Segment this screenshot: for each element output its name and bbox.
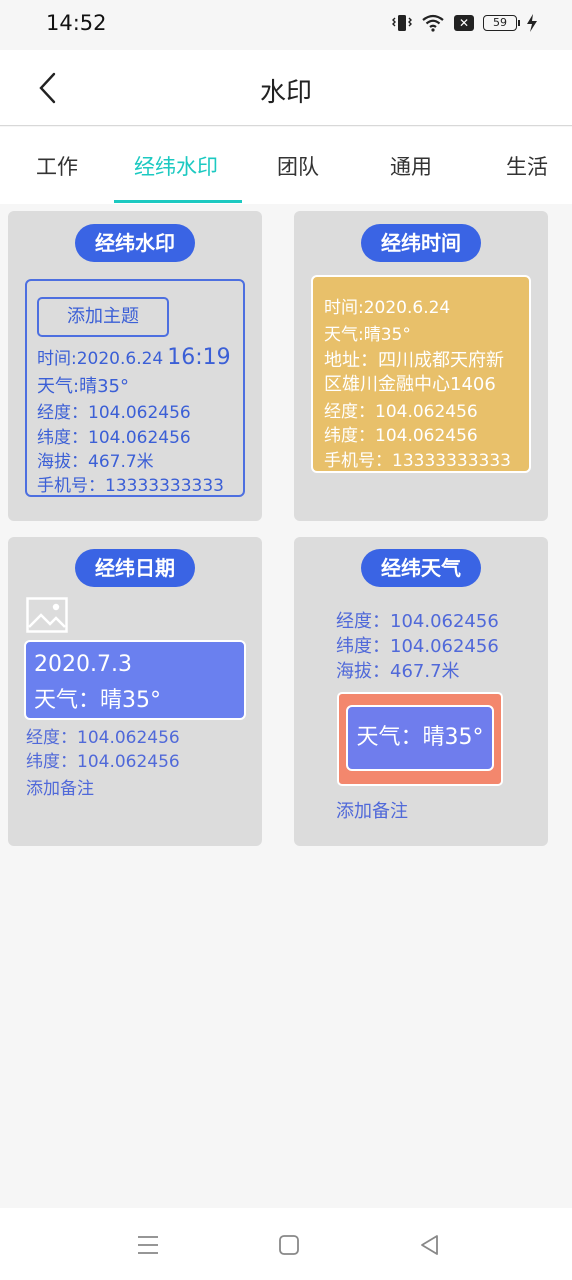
status-time: 14:52 — [46, 11, 107, 35]
time-value: 16:19 — [167, 345, 231, 370]
altitude-line: 海拔：467.7米 — [37, 452, 154, 472]
longitude-line: 经度：104.062456 — [336, 611, 499, 632]
card-title-badge: 经纬天气 — [361, 549, 481, 587]
longitude-line: 经度：104.062456 — [324, 402, 478, 422]
weather-highlight-box: 天气：晴35° — [337, 692, 503, 786]
add-note-link[interactable]: 添加备注 — [26, 774, 94, 799]
app-header: 水印 — [0, 50, 572, 126]
tab-general[interactable]: 通用 — [390, 151, 432, 181]
back-triangle-icon[interactable] — [418, 1233, 442, 1257]
charging-icon — [527, 14, 537, 32]
phone-line: 手机号：13333333333 — [324, 451, 511, 471]
latitude-line: 纬度：104.062456 — [37, 428, 191, 448]
watermark-card-latlng[interactable]: 经纬水印 添加主题 时间:2020.6.24 16:19 天气:晴35° 经度：1… — [8, 211, 262, 521]
add-note-link[interactable]: 添加备注 — [336, 797, 408, 823]
status-icons: ✕ 59 — [392, 14, 538, 32]
address-line-2: 区雄川金融中心1406 — [324, 374, 496, 395]
latitude-line: 纬度：104.062456 — [336, 636, 499, 657]
phone-line: 手机号：13333333333 — [37, 476, 224, 496]
system-nav-bar — [0, 1208, 572, 1280]
sim-off-icon: ✕ — [454, 15, 474, 31]
status-bar: 14:52 ✕ 59 — [0, 0, 572, 50]
time-line: 时间:2020.6.24 16:19 — [37, 344, 231, 370]
watermark-preview: 添加主题 时间:2020.6.24 16:19 天气:晴35° 经度：104.06… — [25, 279, 245, 497]
active-tab-indicator — [114, 200, 242, 203]
weather-line: 天气:晴35° — [324, 325, 411, 345]
card-title-badge: 经纬水印 — [75, 224, 195, 262]
time-line: 时间:2020.6.24 — [324, 298, 451, 318]
tab-team[interactable]: 团队 — [277, 151, 319, 181]
weather-line: 天气:晴35° — [37, 376, 129, 397]
longitude-line: 经度：104.062456 — [37, 403, 191, 423]
battery-icon: 59 — [483, 15, 520, 31]
tab-work[interactable]: 工作 — [36, 151, 78, 181]
menu-icon[interactable] — [136, 1233, 160, 1257]
time-label: 时间:2020.6.24 — [37, 349, 164, 369]
add-theme-button[interactable]: 添加主题 — [37, 297, 169, 337]
watermark-card-time[interactable]: 经纬时间 时间:2020.6.24 天气:晴35° 地址：四川成都天府新 区雄川… — [294, 211, 548, 521]
watermark-card-weather[interactable]: 经纬天气 经度：104.062456 纬度：104.062456 海拔：467.… — [294, 537, 548, 846]
tab-latlng-watermark[interactable]: 经纬水印 — [134, 151, 218, 181]
watermark-card-date[interactable]: 经纬日期 2020.7.3 天气：晴35° 经度：104.062456 纬度：1… — [8, 537, 262, 846]
latitude-line: 纬度：104.062456 — [26, 752, 180, 772]
image-icon — [26, 597, 68, 633]
page-title: 水印 — [259, 78, 312, 108]
latitude-line: 纬度：104.062456 — [324, 426, 478, 446]
date-weather-box: 2020.7.3 天气：晴35° — [24, 640, 246, 720]
address-line-1: 地址：四川成都天府新 — [324, 350, 504, 371]
card-title-badge: 经纬时间 — [361, 224, 481, 262]
vibrate-icon — [392, 15, 412, 31]
altitude-line: 海拔：467.7米 — [336, 661, 460, 682]
card-title-badge: 经纬日期 — [75, 549, 195, 587]
tab-life[interactable]: 生活 — [506, 151, 548, 181]
watermark-preview: 时间:2020.6.24 天气:晴35° 地址：四川成都天府新 区雄川金融中心1… — [311, 275, 531, 473]
wifi-icon — [422, 14, 444, 32]
tab-bar: 工作 经纬水印 团队 通用 生活 — [0, 127, 572, 204]
home-square-icon[interactable] — [277, 1233, 301, 1257]
longitude-line: 经度：104.062456 — [26, 728, 180, 748]
weather-line: 天气：晴35° — [346, 705, 494, 771]
date-value: 2020.7.3 — [34, 652, 132, 677]
weather-line: 天气：晴35° — [34, 688, 161, 713]
